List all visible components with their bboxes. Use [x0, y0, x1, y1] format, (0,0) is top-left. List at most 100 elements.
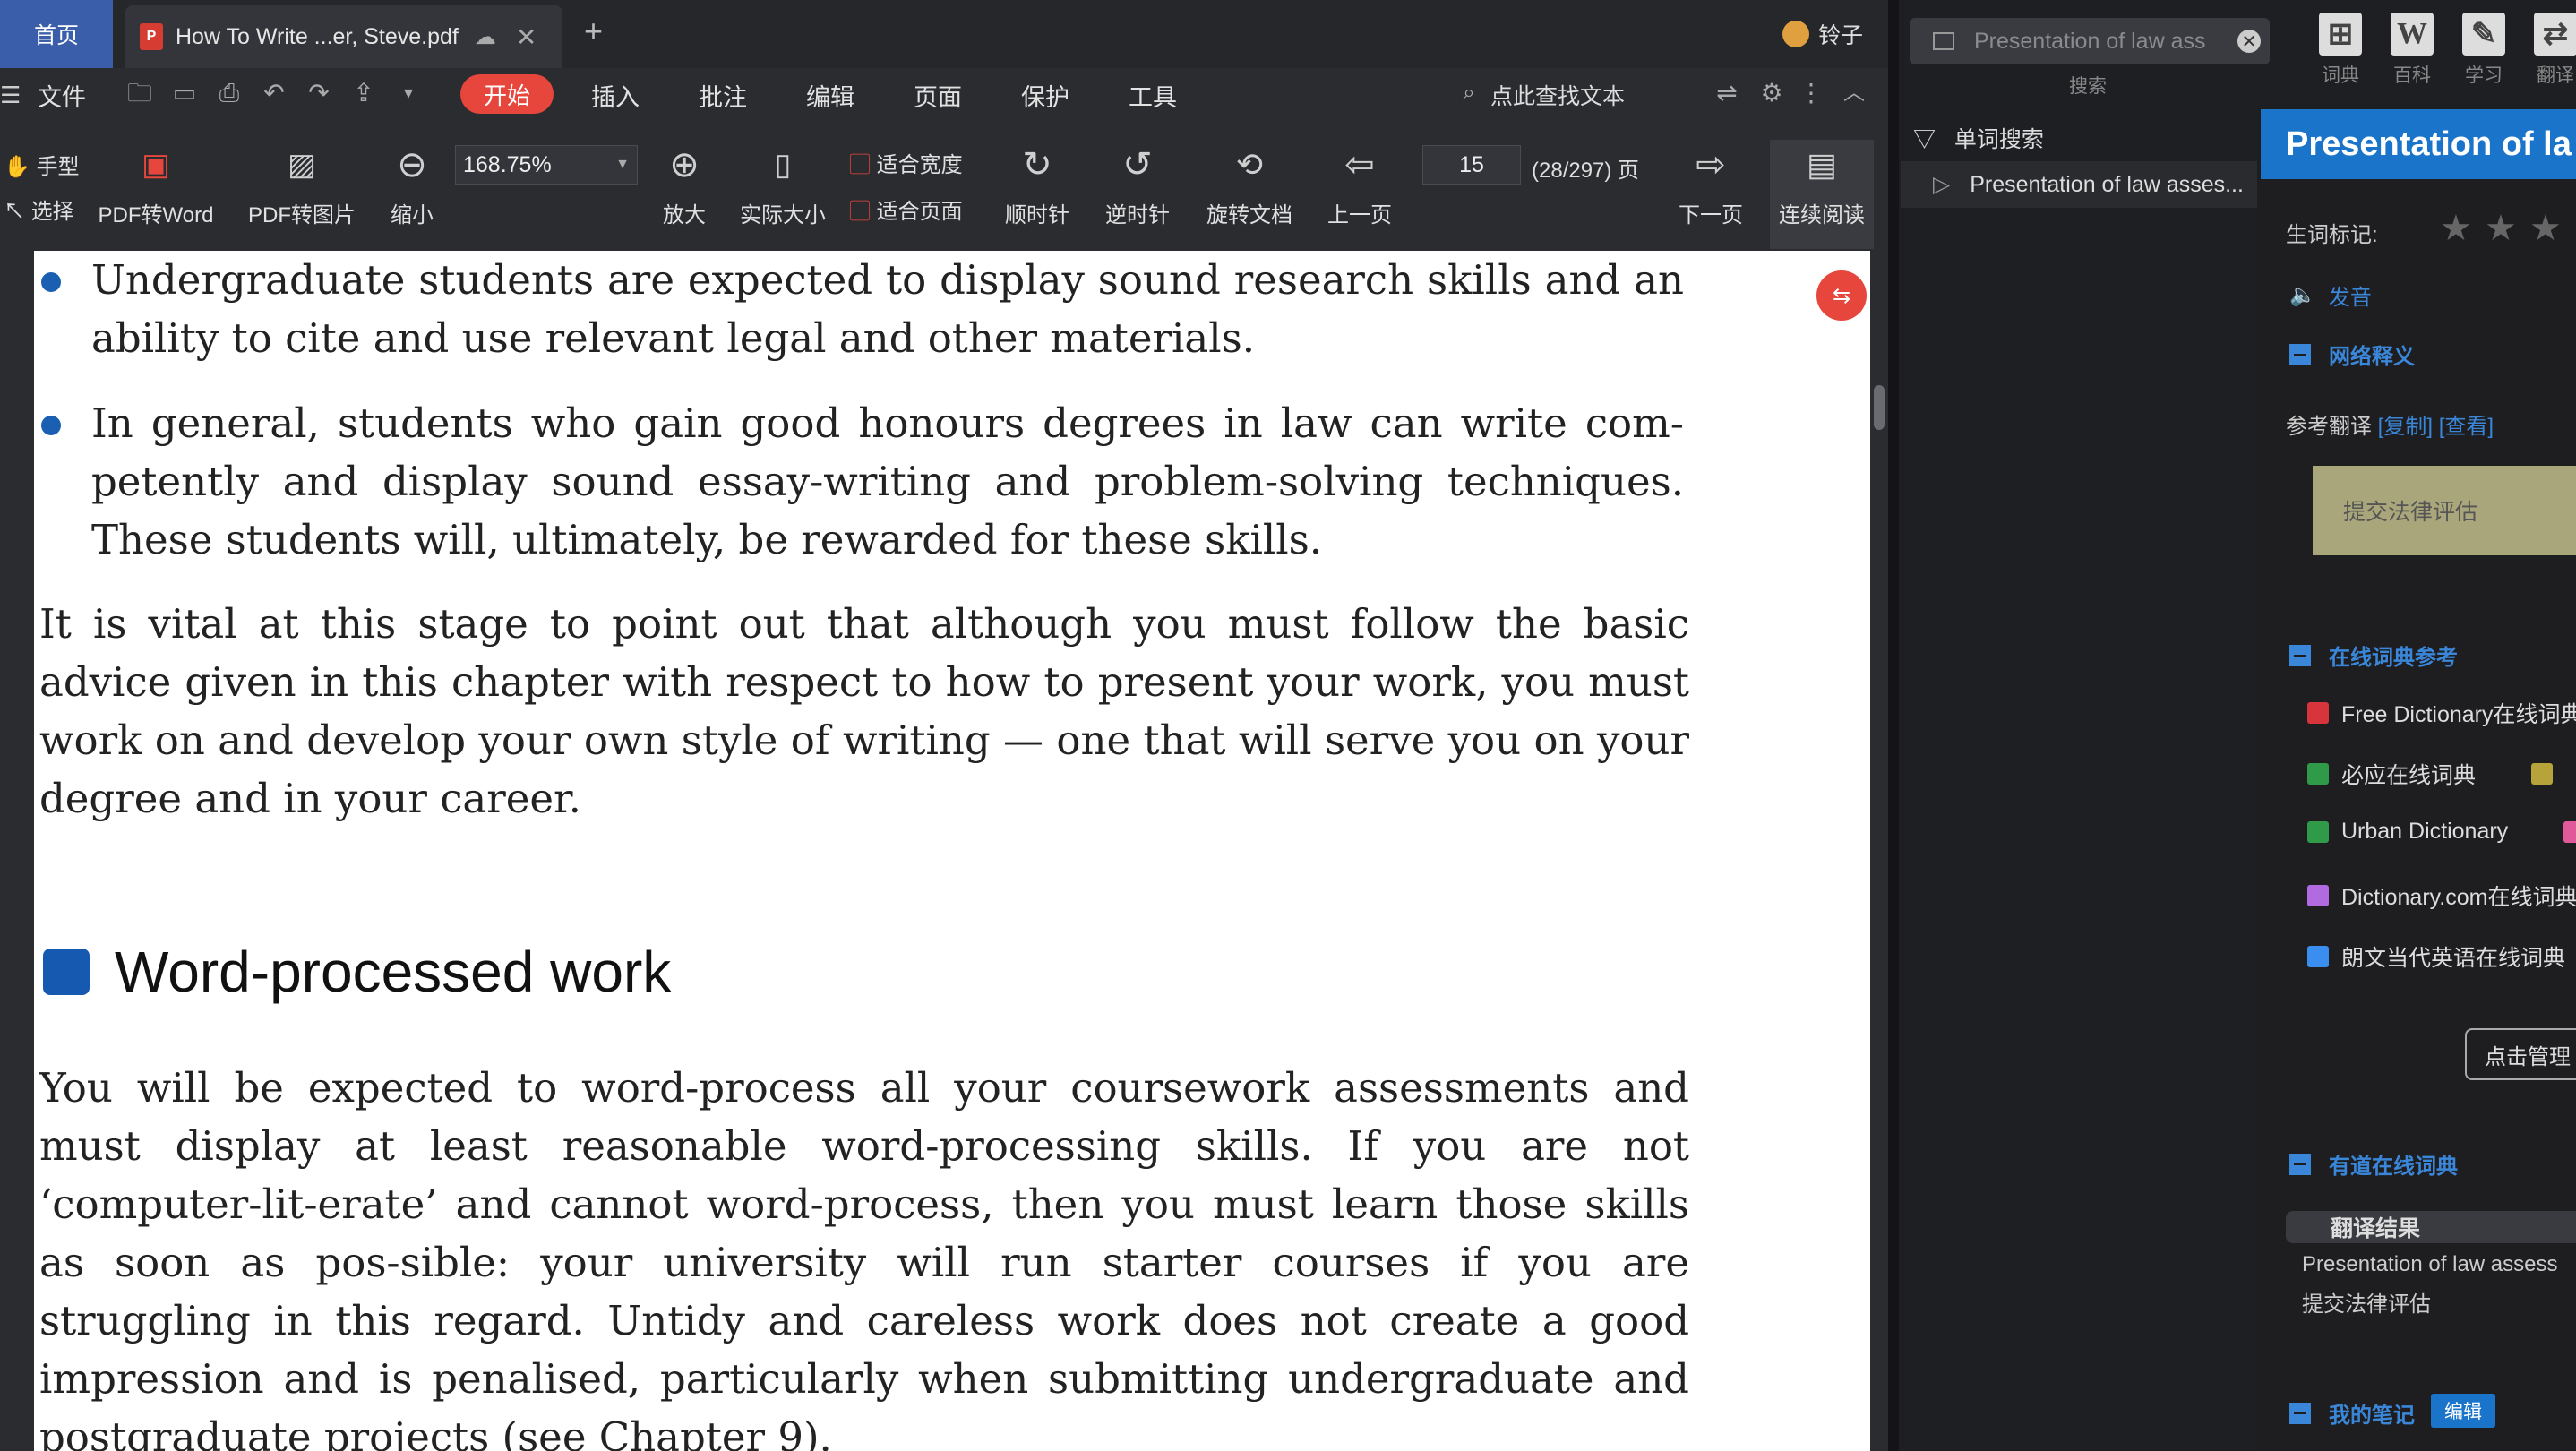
word-search-item[interactable]: ▷ Presentation of law asses...	[1901, 161, 2259, 208]
print-icon[interactable]: ⎙	[215, 79, 244, 107]
pdf-to-word-button[interactable]: ▣ PDF转Word	[93, 143, 219, 228]
close-tab-icon[interactable]: ✕	[516, 22, 537, 52]
paragraph-1: It is vital at this stage to point out t…	[39, 600, 1689, 822]
hand-tool[interactable]: ✋ 手型	[4, 149, 80, 180]
translation-box: 提交法律评估	[2313, 466, 2576, 555]
vocab-mark-label: 生词标记:	[2286, 223, 2378, 247]
pdf-file-icon: P	[140, 23, 163, 50]
search-icon[interactable]: ⌕	[1455, 79, 1483, 107]
more-quick-icon[interactable]: ▾	[394, 79, 423, 107]
share-icon[interactable]: ⇌	[1713, 79, 1741, 107]
result-english: Presentation of law assess	[2302, 1252, 2558, 1276]
cloud-icon[interactable]: ☁	[475, 24, 496, 50]
star-icon[interactable]: ★	[2440, 208, 2472, 249]
pronounce-button[interactable]: 🔈 发音	[2289, 279, 2372, 311]
tool-translate[interactable]: ⇄ 翻译	[2529, 13, 2576, 88]
zoom-out-icon: ⊖	[397, 145, 427, 185]
vertical-scrollbar[interactable]	[1870, 251, 1888, 1451]
continuous-read-button[interactable]: ▤ 连续阅读	[1770, 140, 1874, 249]
star-icon[interactable]: ★	[2485, 208, 2517, 249]
collapse-ribbon-icon[interactable]: ︿	[1840, 79, 1868, 107]
tool-wiki[interactable]: W 百科	[2386, 13, 2438, 88]
tool-dictionary[interactable]: ⊞ 词典	[2314, 13, 2366, 88]
redo-icon[interactable]: ↷	[305, 79, 333, 107]
menu-file[interactable]: 文件	[38, 68, 86, 122]
undo-icon[interactable]: ↶	[260, 79, 288, 107]
open-folder-icon[interactable]: 🗀	[125, 79, 154, 107]
section-my-notes[interactable]: 我的笔记	[2289, 1397, 2415, 1429]
scroll-thumb[interactable]	[1874, 385, 1885, 430]
menu-start[interactable]: 开始	[460, 74, 554, 114]
dict-swatch	[2307, 885, 2329, 906]
zoom-select[interactable]: 168.75% ▼	[455, 145, 638, 185]
dict-swatch	[2307, 702, 2329, 724]
dict-link-bing[interactable]: 必应在线词典	[2307, 758, 2565, 790]
edit-notes-button[interactable]: 编辑	[2431, 1394, 2495, 1428]
rotate-document-icon: ⟲	[1235, 146, 1264, 183]
copy-link[interactable]: [复制]	[2378, 415, 2433, 439]
fit-page-button[interactable]: ▢ 适合页面	[849, 193, 963, 225]
user-account[interactable]: 铃子	[1782, 18, 1863, 50]
save-icon[interactable]: ▭	[170, 79, 199, 107]
export-icon[interactable]: ⇪	[349, 79, 378, 107]
dict-link-longman[interactable]: 朗文当代英语在线词典	[2307, 940, 2565, 973]
rotate-clockwise-button[interactable]: ↻ 顺时针	[1001, 143, 1073, 228]
dict-link-urban[interactable]: Urban Dictionary	[2307, 819, 2576, 845]
tab-home[interactable]: 首页	[0, 0, 113, 68]
menu-edit[interactable]: 编辑	[806, 68, 854, 122]
floating-convert-button[interactable]: ⇆	[1816, 270, 1867, 321]
clear-icon[interactable]: ✕	[2237, 30, 2261, 53]
page-number-input[interactable]: 15	[1422, 145, 1521, 185]
section-web-definition[interactable]: 网络释义	[2289, 339, 2415, 370]
dictionary-icon: ⊞	[2319, 13, 2362, 56]
arrow-right-icon: ⇨	[1696, 145, 1726, 185]
menu-protect[interactable]: 保护	[1021, 68, 1069, 122]
menu-tools[interactable]: 工具	[1129, 68, 1177, 122]
dict-link-dictionary-com[interactable]: Dictionary.com在线词典	[2307, 880, 2576, 912]
dict-link-free-dictionary[interactable]: Free Dictionary在线词典	[2307, 697, 2576, 729]
pdf-to-image-button[interactable]: ▨ PDF转图片	[244, 143, 360, 228]
new-tab-button[interactable]: +	[584, 13, 603, 50]
select-tool[interactable]: ↖ 选择	[4, 193, 74, 225]
prev-page-button[interactable]: ⇦ 上一页	[1324, 143, 1395, 228]
menu-icon[interactable]: ☰	[0, 68, 21, 122]
speaker-icon: 🔈	[2289, 283, 2316, 307]
dictionary-search-input[interactable]: Presentation of law ass ✕	[1910, 18, 2270, 64]
menu-annotate[interactable]: 批注	[699, 68, 747, 122]
manage-button[interactable]: 点击管理	[2465, 1028, 2576, 1080]
gear-icon[interactable]: ⚙	[1757, 79, 1786, 107]
section-online-dictionaries[interactable]: 在线词典参考	[2289, 640, 2458, 671]
learn-icon: ✎	[2462, 13, 2505, 56]
rotate-counter-clockwise-button[interactable]: ↺ 逆时针	[1102, 143, 1173, 228]
continuous-read-icon: ▤	[1806, 146, 1837, 183]
find-text-input[interactable]: 点此查找文本	[1490, 68, 1625, 122]
tab-document-title: How To Write ...er, Steve.pdf	[176, 23, 459, 49]
tool-learn[interactable]: ✎ 学习	[2458, 13, 2510, 88]
fit-width-button[interactable]: ▢ 适合宽度	[849, 147, 963, 178]
reference-translation: 参考翻译 [复制] [查看]	[2286, 415, 2494, 439]
page-total: (28/297) 页	[1532, 159, 1640, 183]
menu-insert[interactable]: 插入	[591, 68, 640, 122]
next-page-button[interactable]: ⇨ 下一页	[1673, 143, 1748, 228]
section-heading: Word-processed work	[43, 939, 671, 1005]
dict-swatch	[2307, 946, 2329, 967]
word-search-title[interactable]: ▽ 单词搜索	[1913, 122, 2044, 154]
fit-width-icon: ▢	[849, 153, 871, 177]
zoom-in-button[interactable]: ⊕ 放大	[657, 143, 711, 228]
star-icon[interactable]: ★	[2529, 208, 2562, 249]
collapse-icon	[2289, 343, 2311, 365]
pdf-to-word-icon: ▣	[141, 148, 171, 182]
collapse-icon	[2289, 644, 2311, 666]
actual-size-button[interactable]: ▯ 实际大小	[733, 143, 833, 228]
translate-icon: ⇄	[2534, 13, 2576, 56]
tab-document[interactable]: P How To Write ...er, Steve.pdf ☁ ✕	[125, 5, 562, 68]
left-sidebar-strip	[0, 251, 34, 1451]
zoom-out-button[interactable]: ⊖ 缩小	[385, 143, 439, 228]
more-icon[interactable]: ⋮	[1797, 79, 1825, 107]
window-divider	[1888, 0, 1899, 1451]
menu-page[interactable]: 页面	[914, 68, 962, 122]
paragraph-2: You will be expected to word-process all…	[39, 1064, 1689, 1451]
rotate-document-button[interactable]: ⟲ 旋转文档	[1200, 143, 1299, 228]
view-link[interactable]: [查看]	[2439, 415, 2494, 439]
section-youdao[interactable]: 有道在线词典	[2289, 1148, 2458, 1180]
